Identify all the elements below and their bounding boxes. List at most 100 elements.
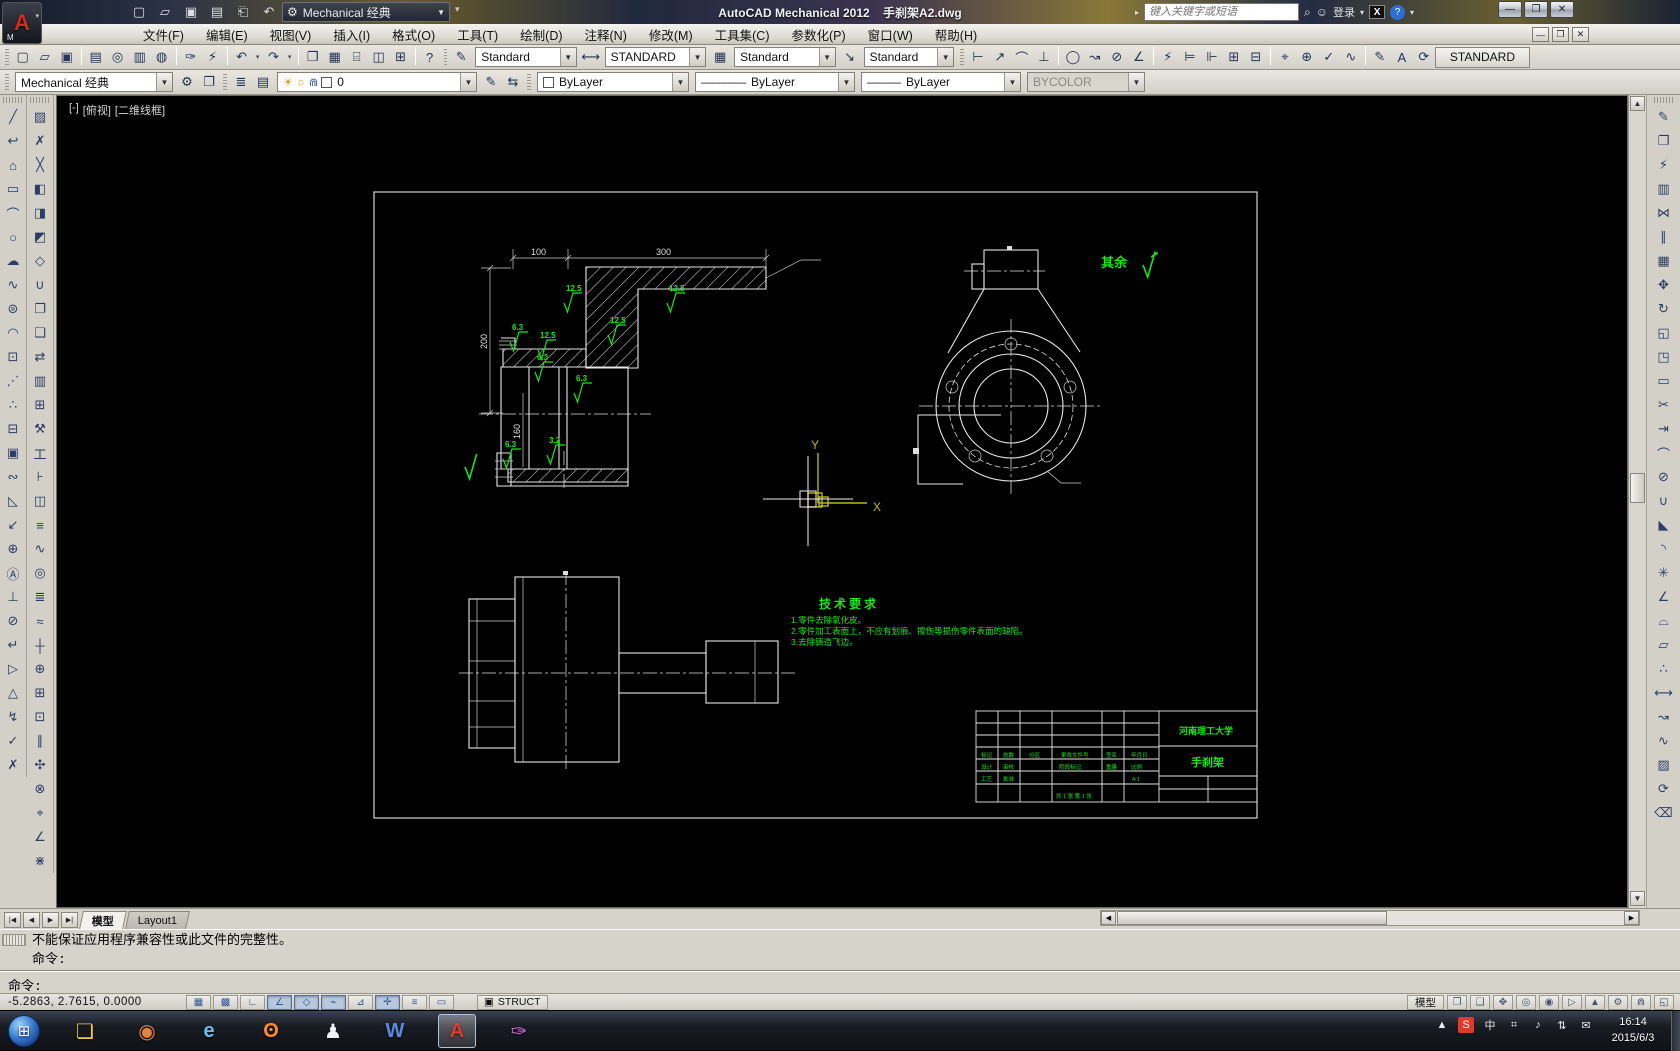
fastener-tool[interactable]: ⚒ xyxy=(28,417,53,441)
dim-radius-button[interactable]: ◯ xyxy=(1062,47,1084,68)
parts-list-tool[interactable]: ⊞ xyxy=(28,393,53,417)
qat-saveas-icon[interactable]: ▤ xyxy=(206,2,228,22)
region-tool[interactable]: ▱ xyxy=(1651,633,1676,657)
library-tool[interactable]: ▥ xyxy=(28,369,53,393)
drawing-canvas[interactable]: [-] [俯视] [二维线框] 100 300 200 160 12.5 12.… xyxy=(56,95,1628,908)
command-window-grip[interactable] xyxy=(2,934,26,946)
array-tool[interactable]: ▦ xyxy=(1651,249,1676,273)
scale-tool[interactable]: ◱ xyxy=(1651,321,1676,345)
quick-view-layouts-button[interactable]: ❐ xyxy=(1447,994,1467,1010)
dim-inspect-button[interactable]: ✓ xyxy=(1318,47,1340,68)
horizontal-scrollbar[interactable]: ◀ ▶ xyxy=(1100,910,1640,926)
edit-hatch-tool[interactable]: ▨ xyxy=(1651,753,1676,777)
dim-jog-line-button[interactable]: ∿ xyxy=(1340,47,1362,68)
word-icon[interactable]: W xyxy=(376,1014,414,1048)
parallel-construction-tool[interactable]: ∥ xyxy=(28,729,53,753)
dim-jogged-button[interactable]: ↝ xyxy=(1084,47,1106,68)
polar-toggle[interactable]: ∠ xyxy=(267,994,292,1010)
doc-minimize-button[interactable]: — xyxy=(1532,27,1549,42)
dim-style-icon[interactable]: ⟷ xyxy=(580,47,602,68)
annotation-update-tool[interactable]: ⟳ xyxy=(1651,777,1676,801)
power-edit-tool[interactable]: ✎ xyxy=(1651,105,1676,129)
table-style-combo[interactable]: Standard ▼ xyxy=(734,47,836,67)
coordinate-readout[interactable]: -5.2863, 2.7615, 0.0000 xyxy=(0,996,185,1008)
taskbar-clock[interactable]: 16:14 2015/6/3 xyxy=(1600,1014,1666,1046)
mleader-style-combo[interactable]: Standard ▼ xyxy=(863,47,955,67)
tool-palettes-button[interactable]: ⌸ xyxy=(346,47,368,68)
edit-dimension-tool[interactable]: ↵ xyxy=(1,633,26,657)
osnap-toggle[interactable]: ◇ xyxy=(294,994,319,1010)
tab-next-button[interactable]: ▶ xyxy=(42,912,59,928)
tolerance-button[interactable]: ⌖ xyxy=(1274,47,1296,68)
stretch-tool[interactable]: ◳ xyxy=(1651,345,1676,369)
redo-button[interactable]: ↷ xyxy=(263,47,285,68)
ellipse-arc-tool[interactable]: ◠ xyxy=(1,321,26,345)
paint-icon[interactable]: ✑ xyxy=(500,1014,538,1048)
text-style-icon[interactable]: ✎ xyxy=(450,47,472,68)
layer-color-swatch[interactable] xyxy=(321,76,333,88)
color-combo[interactable]: ByLayer ▼ xyxy=(537,72,689,92)
browser-icon[interactable]: e xyxy=(190,1014,228,1048)
close-button[interactable]: ✕ xyxy=(1550,1,1574,18)
steering-wheel-button[interactable]: ◉ xyxy=(1539,994,1559,1010)
undo-dropdown[interactable]: ▾ xyxy=(253,47,263,68)
menu-parametric[interactable]: 参数化(P) xyxy=(780,23,856,46)
vertical-scrollbar[interactable]: ▲ ▼ xyxy=(1628,95,1646,908)
lineweight-combo[interactable]: ——— ByLayer ▼ xyxy=(861,72,1021,92)
edit-spline-tool[interactable]: ∿ xyxy=(1651,729,1676,753)
tab-prev-button[interactable]: ◀ xyxy=(23,912,40,928)
point-tool[interactable]: ∴ xyxy=(1,393,26,417)
plot-preview-button[interactable]: ◎ xyxy=(107,47,129,68)
qat-plot-icon[interactable]: ⎗ xyxy=(232,2,254,22)
surface-texture-del-tool[interactable]: ✗ xyxy=(1,753,26,777)
quick-calc-button[interactable]: ⊞ xyxy=(390,47,412,68)
show-desktop-button[interactable] xyxy=(1671,1011,1680,1051)
menu-edit[interactable]: 编辑(E) xyxy=(195,23,259,46)
toolbar-grip[interactable] xyxy=(5,73,9,91)
section-line-tool[interactable]: ⊟ xyxy=(1,417,26,441)
plot-button[interactable]: ▤ xyxy=(85,47,107,68)
insert-block-tool[interactable]: ⊡ xyxy=(1,345,26,369)
hide-situation-tool[interactable]: ▥ xyxy=(1651,177,1676,201)
dim-update-button[interactable]: ⟳ xyxy=(1413,47,1435,68)
centerline-cross-hole-tool[interactable]: ⌖ xyxy=(28,801,53,825)
publish-button[interactable]: ▥ xyxy=(129,47,151,68)
menu-view[interactable]: 视图(V) xyxy=(259,23,323,46)
undo-button[interactable]: ↶ xyxy=(231,47,253,68)
power-snap-tool[interactable]: ∪ xyxy=(28,273,53,297)
dim-linear-button[interactable]: ⊢ xyxy=(967,47,989,68)
view-zone-tool[interactable]: ◩ xyxy=(28,225,53,249)
zoom-button[interactable]: ◎ xyxy=(1516,994,1536,1010)
toolbar-grip[interactable] xyxy=(3,97,23,103)
dim-style-combo[interactable]: STANDARD ▼ xyxy=(604,47,707,67)
scroll-up-button[interactable]: ▲ xyxy=(1630,96,1645,111)
ducs-toggle[interactable]: ⊿ xyxy=(348,994,373,1010)
dim-break-button[interactable]: ⊟ xyxy=(1245,47,1267,68)
hatch-tool[interactable]: ▨ xyxy=(28,105,53,129)
spring-tool[interactable]: ∿ xyxy=(28,537,53,561)
extend-tool[interactable]: ⇥ xyxy=(1651,417,1676,441)
message-icon[interactable]: ✉ xyxy=(1578,1017,1594,1033)
sogou-icon[interactable]: S xyxy=(1458,1017,1474,1033)
toolbar-grip[interactable] xyxy=(30,97,50,103)
layer-on-icon[interactable]: ☀ xyxy=(283,76,293,89)
mleader-style-icon[interactable]: ↘ xyxy=(839,47,861,68)
doc-restore-button[interactable]: ❐ xyxy=(1552,27,1569,42)
centerline-ray-tool[interactable]: ⋇ xyxy=(28,849,53,873)
surface-texture-add-tool[interactable]: ✓ xyxy=(1,729,26,753)
table-style-icon[interactable]: ▦ xyxy=(709,47,731,68)
model-space-button[interactable]: 模型 xyxy=(1407,994,1444,1010)
spline-tool[interactable]: ∿ xyxy=(1,273,26,297)
otrack-toggle[interactable]: ⌁ xyxy=(321,994,346,1010)
dim-angular-button[interactable]: ∠ xyxy=(1128,47,1150,68)
pipe-tool[interactable]: ≡ xyxy=(28,513,53,537)
align-tool[interactable]: ▭ xyxy=(1651,369,1676,393)
qp-toggle[interactable]: ▭ xyxy=(429,994,454,1010)
rectangle-tool[interactable]: ▭ xyxy=(1,177,26,201)
qat-undo-icon[interactable]: ↶ xyxy=(258,2,280,22)
toolbar-lock-button[interactable]: ⋒ xyxy=(1631,994,1651,1010)
tab-first-button[interactable]: |◀ xyxy=(4,912,21,928)
dim-ordinate-button[interactable]: ⊥ xyxy=(1033,47,1055,68)
centerline-tool[interactable]: ┼ xyxy=(28,633,53,657)
toolbar-grip[interactable] xyxy=(443,48,448,66)
